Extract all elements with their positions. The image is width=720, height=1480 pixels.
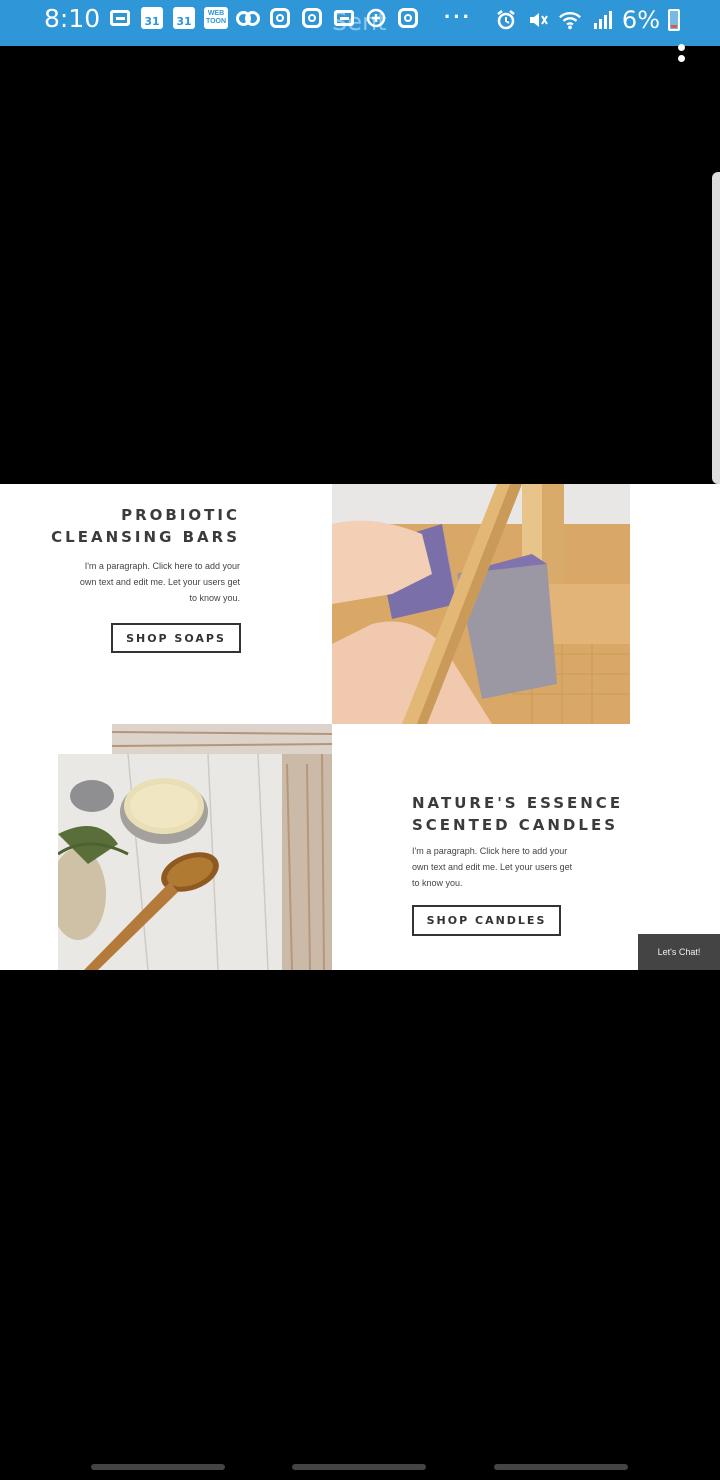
section-title: PROBIOTIC CLEANSING BARS — [20, 504, 240, 548]
instagram-icon — [300, 6, 324, 30]
section-title: NATURE'S ESSENCE SCENTED CANDLES — [412, 792, 672, 836]
mute-icon — [526, 8, 550, 32]
title-line: SCENTED CANDLES — [412, 816, 618, 834]
instagram-icon — [396, 6, 420, 30]
soap-cutting-image — [332, 484, 630, 724]
webtoon-icon: WEB TOON — [204, 6, 228, 30]
status-bar: 8:10 31 31 WEB TOON Sent ··· 6% — [0, 0, 720, 46]
para-line: I'm a paragraph. Click here to add your — [84, 561, 240, 571]
recent-apps-button[interactable] — [91, 1464, 225, 1470]
calendar-icon: 31 — [172, 6, 196, 30]
section-paragraph: I'm a paragraph. Click here to add your … — [412, 843, 632, 891]
title-line: CLEANSING BARS — [51, 528, 240, 546]
system-icons: 6% — [494, 6, 680, 34]
para-line: to know you. — [189, 593, 240, 603]
para-line: to know you. — [412, 878, 463, 888]
messages-icon — [108, 6, 132, 30]
section-paragraph: I'm a paragraph. Click here to add your … — [30, 558, 240, 606]
title-line: PROBIOTIC — [121, 506, 240, 524]
clock: 8:10 — [44, 4, 101, 33]
candle-spoon-image — [58, 754, 282, 970]
para-line: I'm a paragraph. Click here to add your — [412, 846, 568, 856]
para-line: own text and edit me. Let your users get — [412, 862, 573, 872]
home-button[interactable] — [292, 1464, 426, 1470]
toast-text: Sent — [332, 8, 387, 36]
shop-soaps-button[interactable]: SHOP SOAPS — [111, 623, 241, 653]
battery-icon — [668, 9, 680, 31]
wifi-icon — [558, 8, 582, 32]
back-button[interactable] — [494, 1464, 628, 1470]
instagram-icon — [268, 6, 292, 30]
battery-percent: 6% — [621, 6, 660, 34]
title-line: NATURE'S ESSENCE — [412, 794, 624, 812]
lets-chat-button[interactable]: Let's Chat! — [638, 934, 720, 970]
kebab-menu-icon[interactable] — [678, 44, 686, 66]
shop-candles-button[interactable]: SHOP CANDLES — [412, 905, 561, 936]
more-notifications-icon: ··· — [444, 4, 472, 29]
signal-icon — [590, 8, 614, 32]
voicemail-icon — [236, 6, 260, 30]
web-content: PROBIOTIC CLEANSING BARS I'm a paragraph… — [0, 484, 720, 970]
para-line: own text and edit me. Let your users get — [79, 577, 240, 587]
edge-panel-handle[interactable] — [712, 172, 720, 484]
navigation-bar — [0, 1456, 720, 1480]
calendar-icon: 31 — [140, 6, 164, 30]
alarm-icon — [494, 8, 518, 32]
